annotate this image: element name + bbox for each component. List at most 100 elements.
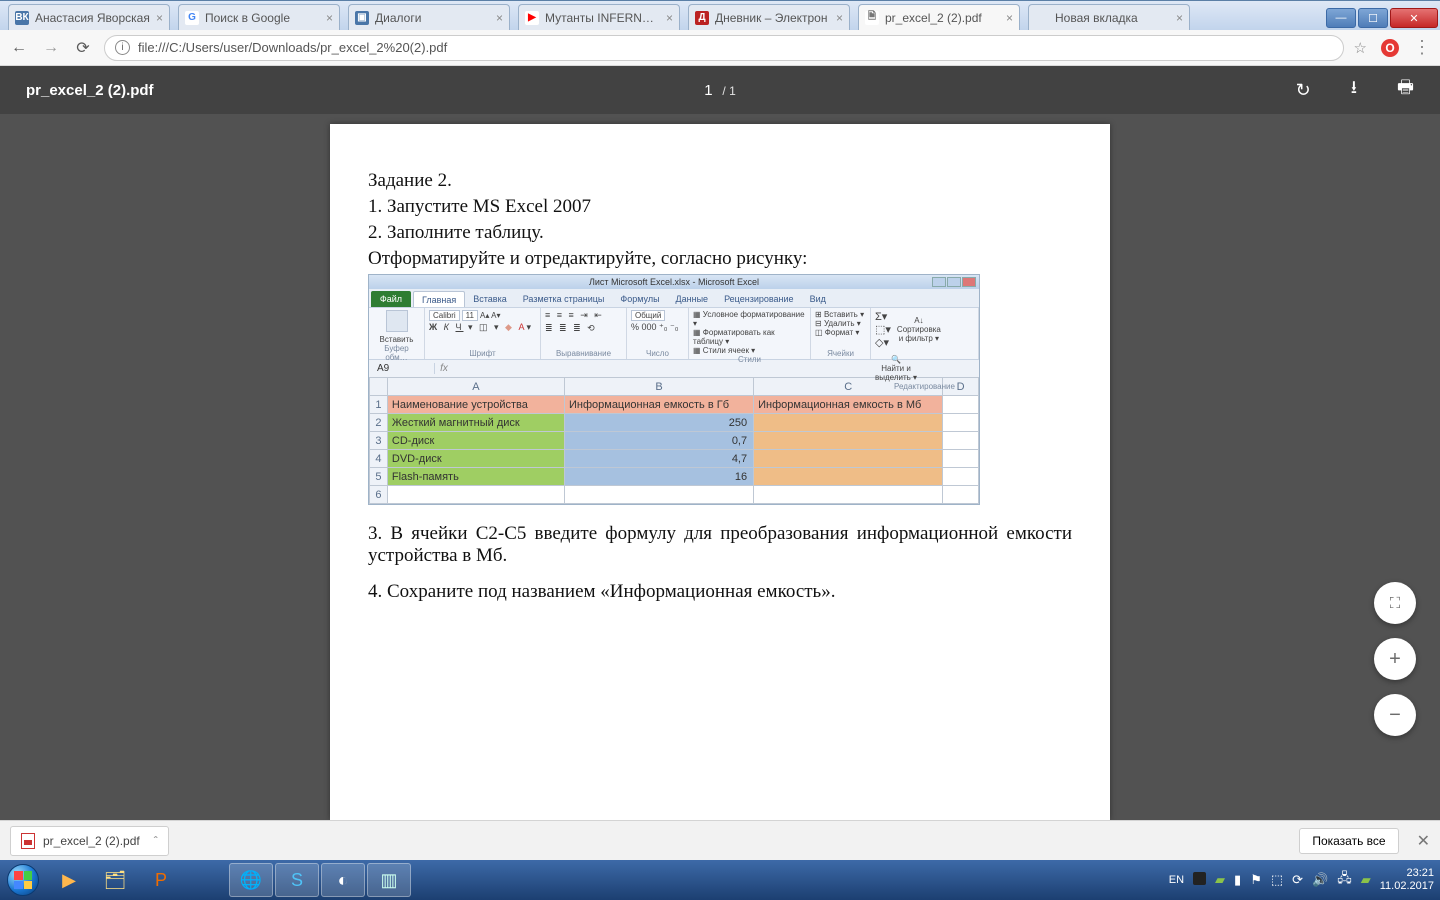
excel-ribbon-tab: Разметка страницы	[515, 291, 613, 307]
excel-cell	[754, 468, 943, 486]
excel-ribbon-tabs: Файл ГлавнаяВставкаРазметка страницыФорм…	[369, 289, 979, 307]
excel-ribbon-tab: Вставка	[465, 291, 514, 307]
excel-titlebar: Лист Microsoft Excel.xlsx - Microsoft Ex…	[369, 275, 979, 289]
excel-cell: Информационная емкость в Гб	[564, 396, 753, 414]
tab-close-icon[interactable]: ×	[326, 11, 333, 25]
tray-volume-icon[interactable]: 🔊	[1312, 872, 1328, 888]
fx-icon: fx	[435, 363, 453, 374]
browser-tab[interactable]: Новая вкладка×	[1028, 4, 1190, 30]
favicon-icon: G	[185, 11, 199, 25]
browser-tab[interactable]: Д Дневник – Электрон ×	[688, 4, 850, 30]
browser-tab[interactable]: ▶Мутанты INFERNO и×	[518, 4, 680, 30]
windows-taskbar: ▶ 🗂 P 🌐 S ◐ ▥ EN ▰ ▮ ⚑ ⬚ ⟳ 🔊 🖧 ▰ 23:21 1…	[0, 860, 1440, 900]
tray-steam-icon[interactable]	[1193, 872, 1206, 888]
pdf-zoom-out-button[interactable]: −	[1374, 694, 1416, 736]
excel-ribbon: Вставить Буфер обм… Calibri 11 A▴ A▾ Ж К…	[369, 307, 979, 359]
tray-network-icon[interactable]: 🖧	[1337, 869, 1352, 891]
tray-gpu-icon[interactable]: ▰	[1361, 872, 1371, 888]
tab-close-icon[interactable]: ×	[156, 11, 163, 25]
excel-cell	[754, 432, 943, 450]
excel-cell: DVD-диск	[387, 450, 564, 468]
excel-screenshot: Лист Microsoft Excel.xlsx - Microsoft Ex…	[368, 274, 980, 505]
taskbar-skype-icon[interactable]: S	[275, 863, 319, 897]
favicon-icon: ▶	[525, 11, 539, 25]
doc-step-3: 3. В ячейки С2-С5 введите формулу для пр…	[368, 523, 1072, 567]
browser-menu-button[interactable]: ⋮	[1413, 37, 1432, 58]
address-bar[interactable]: i file:///C:/Users/user/Downloads/pr_exc…	[104, 35, 1344, 61]
pdf-download-button[interactable]: ⭳	[1351, 75, 1357, 105]
excel-cell: Наименование устройства	[387, 396, 564, 414]
browser-tab-strip: ВКАнастасия Яворская×GПоиск в Google×▣Ди…	[0, 0, 1440, 30]
excel-name-box: A9	[369, 363, 435, 374]
favicon-icon: ▣	[355, 11, 369, 25]
reload-button[interactable]: ⟳	[72, 37, 94, 59]
excel-ribbon-tab: Данные	[668, 291, 717, 307]
window-minimize-button[interactable]: —	[1326, 8, 1356, 28]
paste-icon	[386, 310, 408, 332]
excel-cell	[387, 486, 564, 504]
site-info-icon[interactable]: i	[115, 40, 130, 55]
nav-forward-button[interactable]: →	[40, 37, 62, 59]
tab-close-icon[interactable]: ×	[836, 11, 843, 25]
taskbar-chrome-icon[interactable]: 🌐	[229, 863, 273, 897]
taskbar-explorer-icon[interactable]: 🗂	[93, 863, 137, 897]
nav-back-button[interactable]: ←	[8, 37, 30, 59]
browser-tab[interactable]: ▣Диалоги×	[348, 4, 510, 30]
tab-label: Дневник – Электрон	[715, 11, 830, 25]
favicon-icon: 🗎	[865, 11, 879, 25]
window-close-button[interactable]: ✕	[1390, 8, 1438, 28]
taskbar-steam-icon[interactable]: ◐	[321, 863, 365, 897]
pdf-page-indicator: 1 / 1	[704, 82, 736, 99]
tab-close-icon[interactable]: ×	[496, 11, 503, 25]
excel-ribbon-tab: Главная	[413, 291, 465, 307]
excel-cell: Информационная емкость в Мб	[754, 396, 943, 414]
window-controls: — ☐ ✕	[1326, 8, 1440, 30]
favicon-icon	[1035, 11, 1049, 25]
pdf-viewport[interactable]: Задание 2. 1. Запустите MS Excel 2007 2.…	[0, 114, 1440, 820]
tray-flag-icon[interactable]: ⚑	[1250, 872, 1262, 888]
chevron-up-icon[interactable]: ˆ	[154, 834, 158, 848]
pdf-rotate-button[interactable]: ↻	[1296, 80, 1311, 101]
start-button[interactable]	[0, 860, 46, 900]
excel-cell	[564, 486, 753, 504]
tray-action-icon[interactable]: ⬚	[1271, 872, 1283, 888]
tray-nvidia-icon[interactable]: ▰	[1215, 872, 1225, 888]
pdf-fit-button[interactable]: ⛶	[1374, 582, 1416, 624]
taskbar-powerpoint-icon[interactable]: P	[139, 863, 183, 897]
pdf-page: Задание 2. 1. Запустите MS Excel 2007 2.…	[330, 124, 1110, 820]
download-filename: pr_excel_2 (2).pdf	[43, 834, 140, 848]
opera-icon[interactable]: O	[1381, 39, 1399, 57]
tab-close-icon[interactable]: ×	[666, 11, 673, 25]
browser-tab[interactable]: G Поиск в Google ×	[178, 4, 340, 30]
excel-cell	[754, 450, 943, 468]
tab-close-icon[interactable]: ×	[1006, 11, 1013, 25]
bookmark-star-icon[interactable]: ☆	[1354, 39, 1367, 57]
favicon-icon: Д	[695, 11, 709, 25]
excel-cell: 0,7	[564, 432, 753, 450]
pdf-print-button[interactable]: 🖶	[1397, 75, 1414, 105]
browser-tab[interactable]: ВК Анастасия Яворская ×	[8, 4, 170, 30]
tab-label: Поиск в Google	[205, 11, 320, 25]
window-maximize-button[interactable]: ☐	[1358, 8, 1388, 28]
tab-close-icon[interactable]: ×	[1176, 11, 1183, 25]
show-all-downloads-button[interactable]: Показать все	[1299, 828, 1398, 854]
pdf-toolbar: pr_excel_2 (2).pdf 1 / 1 ↻ ⭳ 🖶	[0, 66, 1440, 114]
pdf-file-icon	[21, 833, 35, 849]
download-item[interactable]: pr_excel_2 (2).pdf ˆ	[10, 826, 169, 856]
system-tray: EN ▰ ▮ ⚑ ⬚ ⟳ 🔊 🖧 ▰ 23:21 11.02.2017	[1169, 867, 1434, 892]
taskbar-app-icon[interactable]: ▥	[367, 863, 411, 897]
doc-step-2: 2. Заполните таблицу.	[368, 222, 1072, 244]
tray-sync-icon[interactable]: ⟳	[1292, 872, 1303, 888]
browser-toolbar: ← → ⟳ i file:///C:/Users/user/Downloads/…	[0, 30, 1440, 66]
tray-clock[interactable]: 23:21 11.02.2017	[1380, 867, 1434, 892]
favicon-icon: ВК	[15, 11, 29, 25]
tray-battery-icon[interactable]: ▮	[1234, 872, 1241, 888]
excel-cell	[754, 414, 943, 432]
tray-lang-indicator[interactable]: EN	[1169, 874, 1184, 886]
excel-file-tab: Файл	[371, 291, 411, 307]
tab-label: Анастасия Яворская	[35, 11, 150, 25]
taskbar-media-player-icon[interactable]: ▶	[47, 863, 91, 897]
pdf-zoom-in-button[interactable]: +	[1374, 638, 1416, 680]
browser-tab[interactable]: 🗎pr_excel_2 (2).pdf×	[858, 4, 1020, 30]
close-shelf-button[interactable]: ✕	[1417, 831, 1430, 851]
